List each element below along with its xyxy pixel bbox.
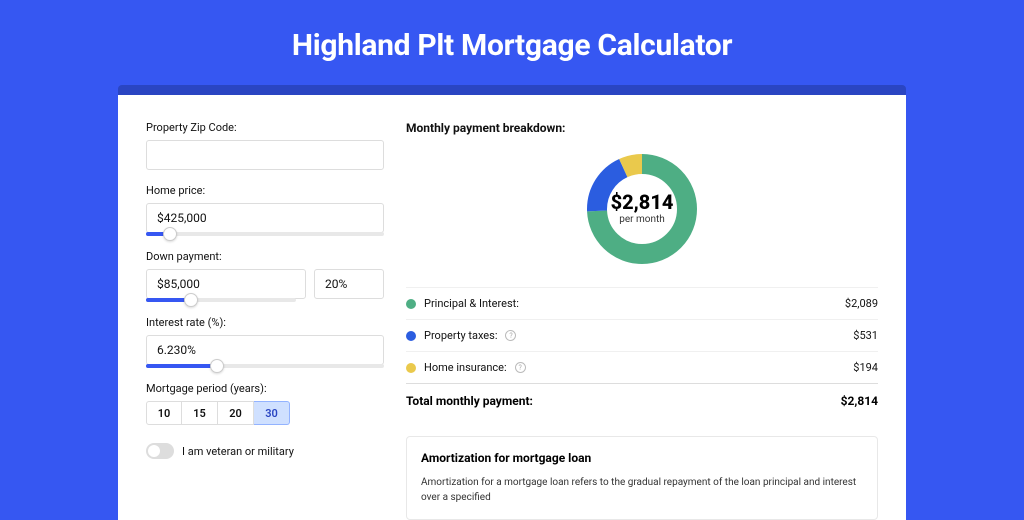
- donut-chart-wrap: $2,814 per month: [406, 135, 878, 287]
- period-button-group: 10 15 20 30: [146, 401, 384, 425]
- period-label: Mortgage period (years):: [146, 382, 384, 395]
- interest-input[interactable]: [146, 335, 384, 365]
- card-container: Property Zip Code: Home price: Down paym…: [118, 85, 906, 520]
- period-btn-10[interactable]: 10: [146, 401, 182, 425]
- total-value: $2,814: [841, 394, 878, 408]
- donut-chart: $2,814 per month: [582, 149, 702, 269]
- dot-icon: [406, 363, 416, 373]
- amortization-title: Amortization for mortgage loan: [421, 451, 863, 465]
- donut-center-sub: per month: [619, 214, 665, 225]
- breakdown-title: Monthly payment breakdown:: [406, 121, 878, 135]
- home-price-field-wrap: Home price:: [146, 184, 384, 236]
- period-btn-15[interactable]: 15: [182, 401, 218, 425]
- breakdown-label: Principal & Interest:: [424, 297, 519, 310]
- breakdown-value: $194: [853, 361, 878, 374]
- down-payment-slider-thumb[interactable]: [184, 293, 198, 307]
- breakdown-value: $531: [853, 329, 878, 342]
- home-price-slider-thumb[interactable]: [163, 227, 177, 241]
- info-icon[interactable]: ?: [505, 330, 516, 341]
- breakdown-total-row: Total monthly payment: $2,814: [406, 383, 878, 418]
- amortization-section: Amortization for mortgage loan Amortizat…: [406, 436, 878, 520]
- home-price-input[interactable]: [146, 203, 384, 233]
- breakdown-label: Property taxes:: [424, 329, 497, 342]
- info-icon[interactable]: ?: [515, 362, 526, 373]
- down-payment-slider[interactable]: [146, 298, 296, 302]
- dot-icon: [406, 299, 416, 309]
- home-price-label: Home price:: [146, 184, 384, 197]
- veteran-toggle-row: I am veteran or military: [146, 443, 384, 459]
- breakdown-label: Home insurance:: [424, 361, 507, 374]
- zip-label: Property Zip Code:: [146, 121, 384, 134]
- period-btn-30[interactable]: 30: [254, 401, 290, 425]
- breakdown-row-insurance: Home insurance: ? $194: [406, 351, 878, 383]
- form-panel: Property Zip Code: Home price: Down paym…: [146, 121, 384, 520]
- interest-field-wrap: Interest rate (%):: [146, 316, 384, 368]
- interest-slider-thumb[interactable]: [210, 359, 224, 373]
- zip-field-wrap: Property Zip Code:: [146, 121, 384, 170]
- dot-icon: [406, 331, 416, 341]
- down-payment-field-wrap: Down payment:: [146, 250, 384, 302]
- donut-center-amount: $2,814: [611, 190, 674, 214]
- interest-slider[interactable]: [146, 364, 384, 368]
- page-title: Highland Plt Mortgage Calculator: [0, 0, 1024, 85]
- interest-label: Interest rate (%):: [146, 316, 384, 329]
- breakdown-value: $2,089: [845, 297, 878, 310]
- total-label: Total monthly payment:: [406, 394, 533, 408]
- veteran-label: I am veteran or military: [182, 445, 294, 458]
- interest-slider-fill: [146, 364, 217, 368]
- calculator-card: Property Zip Code: Home price: Down paym…: [118, 95, 906, 520]
- home-price-slider[interactable]: [146, 232, 384, 236]
- period-field-wrap: Mortgage period (years): 10 15 20 30: [146, 382, 384, 425]
- zip-input[interactable]: [146, 140, 384, 170]
- amortization-text: Amortization for a mortgage loan refers …: [421, 475, 863, 505]
- period-btn-20[interactable]: 20: [218, 401, 254, 425]
- down-payment-label: Down payment:: [146, 250, 384, 263]
- results-panel: Monthly payment breakdown: $2,814 per mo…: [406, 121, 878, 520]
- down-payment-input[interactable]: [146, 269, 306, 299]
- breakdown-row-taxes: Property taxes: ? $531: [406, 319, 878, 351]
- veteran-toggle[interactable]: [146, 443, 174, 459]
- down-payment-pct-input[interactable]: [314, 269, 384, 299]
- breakdown-row-principal: Principal & Interest: $2,089: [406, 287, 878, 319]
